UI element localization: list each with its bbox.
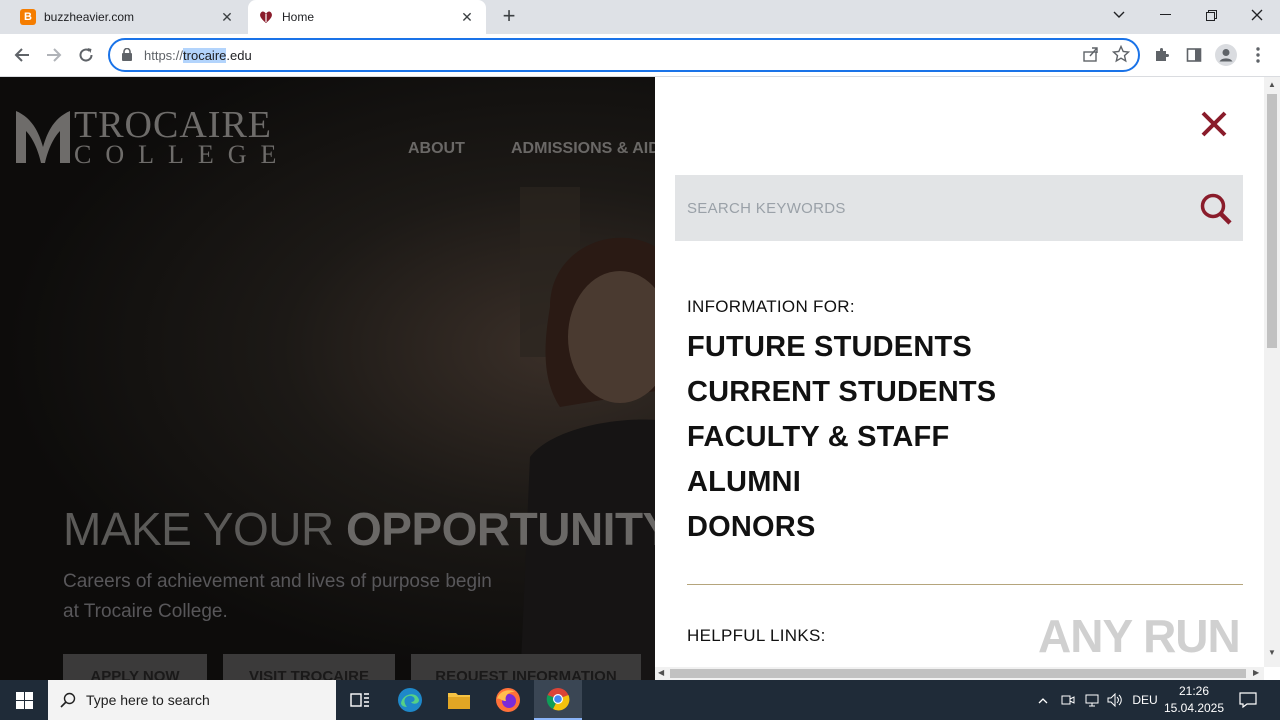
scroll-down-icon[interactable]: ▼	[1268, 648, 1276, 657]
system-clock[interactable]: 21:26 15.04.2025	[1162, 683, 1226, 717]
horizontal-scroll-thumb[interactable]	[670, 669, 1246, 678]
trocaire-logo[interactable]: TROCAIRE COLLEGE	[16, 104, 291, 169]
information-for-label: INFORMATION FOR:	[687, 297, 855, 316]
close-tab-icon[interactable]: ✕	[458, 8, 476, 26]
search-input[interactable]	[675, 175, 1185, 241]
forward-button[interactable]	[42, 43, 66, 67]
logo-line-2: COLLEGE	[74, 140, 291, 169]
tab-title: buzzheavier.com	[44, 10, 135, 24]
search-box	[675, 175, 1243, 241]
link-donors[interactable]: DONORS	[687, 507, 996, 552]
visit-trocaire-button[interactable]: VISIT TROCAIRE	[223, 654, 395, 680]
scroll-right-icon[interactable]: ▶	[1253, 668, 1259, 677]
windows-logo-icon	[15, 691, 33, 709]
task-view-icon[interactable]	[336, 680, 384, 720]
share-icon[interactable]	[1082, 45, 1100, 68]
tab-title: Home	[282, 10, 315, 24]
close-window-button[interactable]	[1234, 0, 1280, 30]
link-future-students[interactable]: FUTURE STUDENTS	[687, 327, 996, 372]
vertical-scrollbar[interactable]: ▲ ▼	[1264, 77, 1280, 667]
file-explorer-icon[interactable]	[435, 680, 483, 720]
new-tab-button[interactable]: +	[498, 5, 520, 27]
close-menu-button[interactable]	[1200, 110, 1228, 138]
chrome-menu-icon[interactable]	[1246, 43, 1270, 67]
apply-now-button[interactable]: APPLY NOW	[63, 654, 207, 680]
hero-photo-person	[520, 187, 655, 680]
close-tab-icon[interactable]: ✕	[218, 8, 236, 26]
scroll-left-icon[interactable]: ◀	[658, 668, 664, 677]
profile-avatar-icon[interactable]	[1214, 43, 1238, 67]
search-submit-button[interactable]	[1199, 192, 1233, 226]
link-faculty-staff[interactable]: FACULTY & STAFF	[687, 417, 996, 462]
tab-search-chevron-icon[interactable]	[1096, 0, 1142, 30]
tab-home[interactable]: Home ✕	[248, 0, 486, 34]
hero-subline: Careers of achievement and lives of purp…	[63, 571, 492, 622]
bookmark-star-icon[interactable]	[1111, 44, 1131, 68]
firefox-icon[interactable]	[484, 680, 532, 720]
anyrun-watermark: ANY RUN	[1038, 610, 1241, 662]
side-panel-icon[interactable]	[1182, 43, 1206, 67]
scroll-up-icon[interactable]: ▲	[1268, 80, 1276, 89]
edge-icon[interactable]	[386, 680, 434, 720]
start-button[interactable]	[0, 680, 48, 720]
windows-taskbar: Type here to search DEU 21:26 15.04.2025	[0, 680, 1280, 720]
reload-button[interactable]	[74, 43, 98, 67]
chrome-icon[interactable]	[534, 680, 582, 720]
tab-strip: B buzzheavier.com ✕ Home ✕ +	[0, 0, 1280, 34]
notifications-icon[interactable]	[1234, 680, 1262, 720]
tab-buzzheavier[interactable]: B buzzheavier.com ✕	[0, 0, 246, 34]
network-icon[interactable]	[1082, 680, 1102, 720]
browser-toolbar: https://trocaire.edu	[0, 34, 1280, 77]
logo-arch-icon	[16, 111, 70, 163]
logo-line-1: TROCAIRE	[74, 104, 272, 146]
section-divider	[687, 584, 1243, 585]
search-icon	[60, 692, 76, 708]
page-viewport: TROCAIRE COLLEGE ABOUT ADMISSIONS & AID …	[0, 77, 1280, 680]
taskbar-search[interactable]: Type here to search	[48, 680, 336, 720]
helpful-links-label: HELPFUL LINKS:	[687, 626, 826, 645]
nav-about[interactable]: ABOUT	[408, 140, 465, 158]
url-text[interactable]: https://trocaire.edu	[144, 47, 252, 63]
lock-icon[interactable]	[122, 47, 134, 62]
extensions-puzzle-icon[interactable]	[1150, 43, 1174, 67]
clock-date: 15.04.2025	[1163, 701, 1225, 715]
volume-icon[interactable]	[1105, 680, 1125, 720]
trocaire-favicon-icon	[258, 9, 274, 25]
input-language[interactable]: DEU	[1130, 680, 1160, 720]
clock-time: 21:26	[1178, 684, 1210, 698]
back-button[interactable]	[10, 43, 34, 67]
nav-admissions-aid[interactable]: ADMISSIONS & AID	[511, 140, 655, 158]
hero-headline: MAKE YOUR OPPORTUNITY.	[63, 503, 655, 555]
link-current-students[interactable]: CURRENT STUDENTS	[687, 372, 996, 417]
minimize-button[interactable]	[1142, 0, 1188, 30]
blogger-favicon-icon: B	[20, 9, 36, 25]
request-information-button[interactable]: REQUEST INFORMATION	[411, 654, 641, 680]
horizontal-scrollbar[interactable]: ◀ ▶	[655, 667, 1264, 680]
close-icon	[1201, 111, 1227, 137]
meet-now-icon[interactable]	[1058, 680, 1078, 720]
search-icon	[1200, 193, 1232, 225]
overlay-menu-panel: INFORMATION FOR: FUTURE STUDENTS CURRENT…	[655, 77, 1264, 667]
taskbar-search-placeholder: Type here to search	[86, 692, 210, 708]
vertical-scroll-thumb[interactable]	[1267, 94, 1277, 348]
address-bar[interactable]: https://trocaire.edu	[108, 38, 1140, 72]
restore-button[interactable]	[1188, 0, 1234, 30]
show-hidden-icons[interactable]	[1034, 680, 1052, 720]
link-alumni[interactable]: ALUMNI	[687, 462, 996, 507]
hero-section: TROCAIRE COLLEGE ABOUT ADMISSIONS & AID …	[0, 77, 655, 680]
audience-links: FUTURE STUDENTS CURRENT STUDENTS FACULTY…	[687, 327, 996, 552]
